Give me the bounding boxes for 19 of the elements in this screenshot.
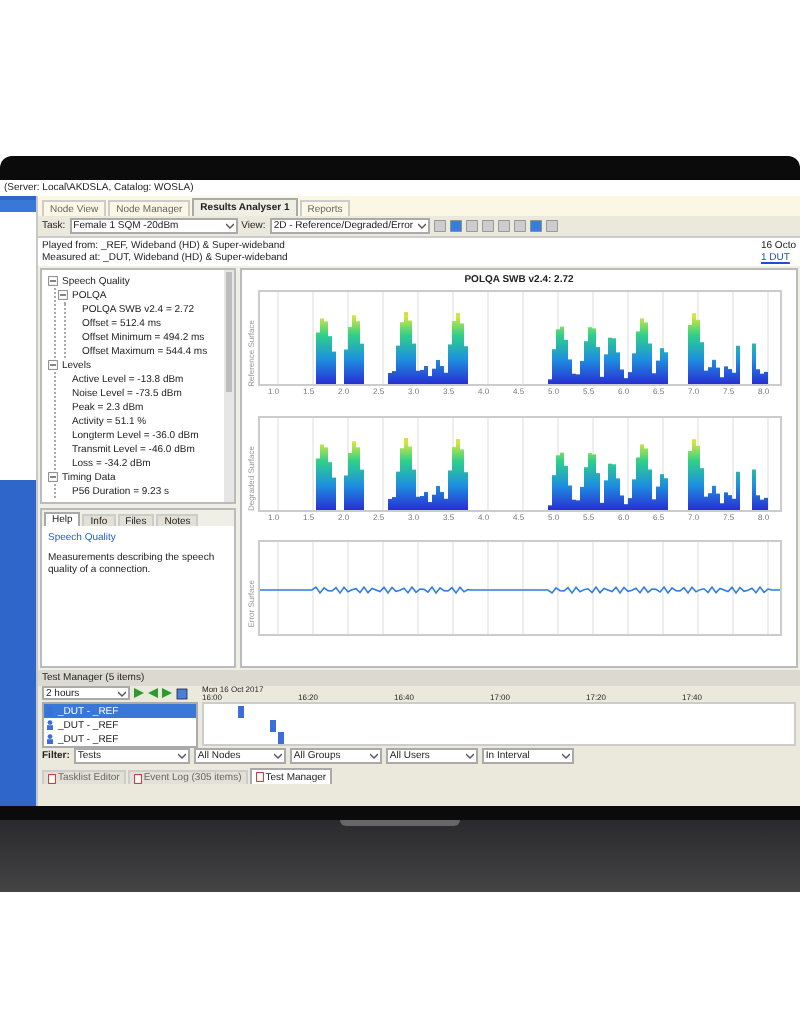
timeline-bars-drawing — [238, 706, 284, 746]
chevron-down-icon — [369, 750, 378, 762]
chevron-down-icon — [225, 220, 234, 232]
chevron-down-icon — [118, 688, 126, 700]
chevron-down-icon — [465, 750, 474, 762]
scrollbar[interactable] — [224, 270, 234, 502]
chevron-down-icon — [561, 750, 570, 762]
minus-box-icon[interactable] — [48, 360, 58, 370]
document-icon — [48, 773, 56, 783]
chevron-down-icon — [417, 220, 426, 232]
document-icon — [133, 773, 142, 783]
minus-box-icon[interactable] — [48, 472, 58, 482]
document-icon — [255, 772, 264, 782]
minus-box-icon[interactable] — [58, 290, 68, 300]
left-arrow-icon[interactable] — [148, 688, 158, 698]
chevron-down-icon — [273, 750, 282, 762]
right-arrow-icon[interactable] — [162, 688, 172, 698]
chevron-down-icon — [177, 750, 186, 762]
minus-box-icon[interactable] — [48, 276, 58, 286]
